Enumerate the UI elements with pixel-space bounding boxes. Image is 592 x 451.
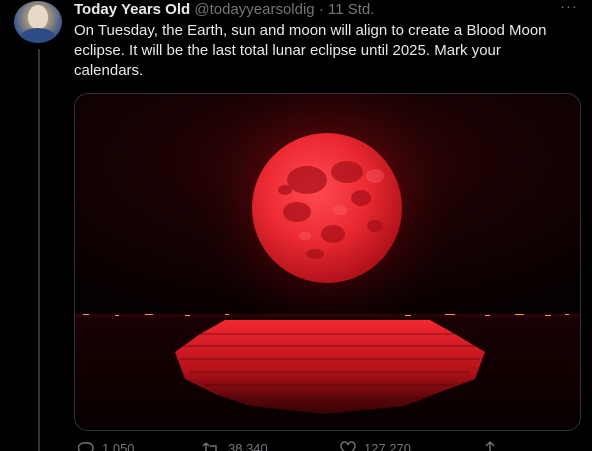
avatar[interactable]	[14, 1, 62, 43]
retweet-icon	[202, 442, 217, 451]
retweet-button[interactable]: 38.340	[202, 441, 268, 451]
tweet[interactable]: Today Years Old @todayyearsoldig · 11 St…	[0, 0, 592, 451]
like-count: 127.270	[364, 441, 411, 451]
heart-icon	[340, 441, 356, 451]
reply-icon	[77, 442, 94, 451]
share-button[interactable]	[482, 441, 498, 451]
reply-button[interactable]: 1.050	[77, 441, 135, 451]
avatar-body	[20, 28, 56, 43]
moon	[252, 133, 402, 283]
blood-moon-photo	[75, 94, 580, 430]
tweet-actions: 1.050 38.340 127.270	[74, 441, 574, 451]
thread-line	[38, 49, 40, 451]
more-options-icon[interactable]: ···	[560, 0, 578, 14]
author-handle[interactable]: @todayyearsoldig	[194, 1, 314, 18]
tweet-media[interactable]	[74, 93, 581, 431]
reply-count: 1.050	[102, 441, 135, 451]
separator-dot: ·	[318, 1, 324, 18]
author-name[interactable]: Today Years Old	[74, 1, 190, 18]
like-button[interactable]: 127.270	[340, 441, 411, 451]
share-icon	[483, 441, 497, 451]
tweet-text: On Tuesday, the Earth, sun and moon will…	[74, 22, 547, 79]
tweet-header: Today Years Old @todayyearsoldig · 11 St…	[74, 1, 374, 19]
avatar-face	[28, 5, 48, 29]
timestamp[interactable]: 11 Std.	[328, 1, 374, 18]
retweet-count: 38.340	[228, 441, 268, 451]
